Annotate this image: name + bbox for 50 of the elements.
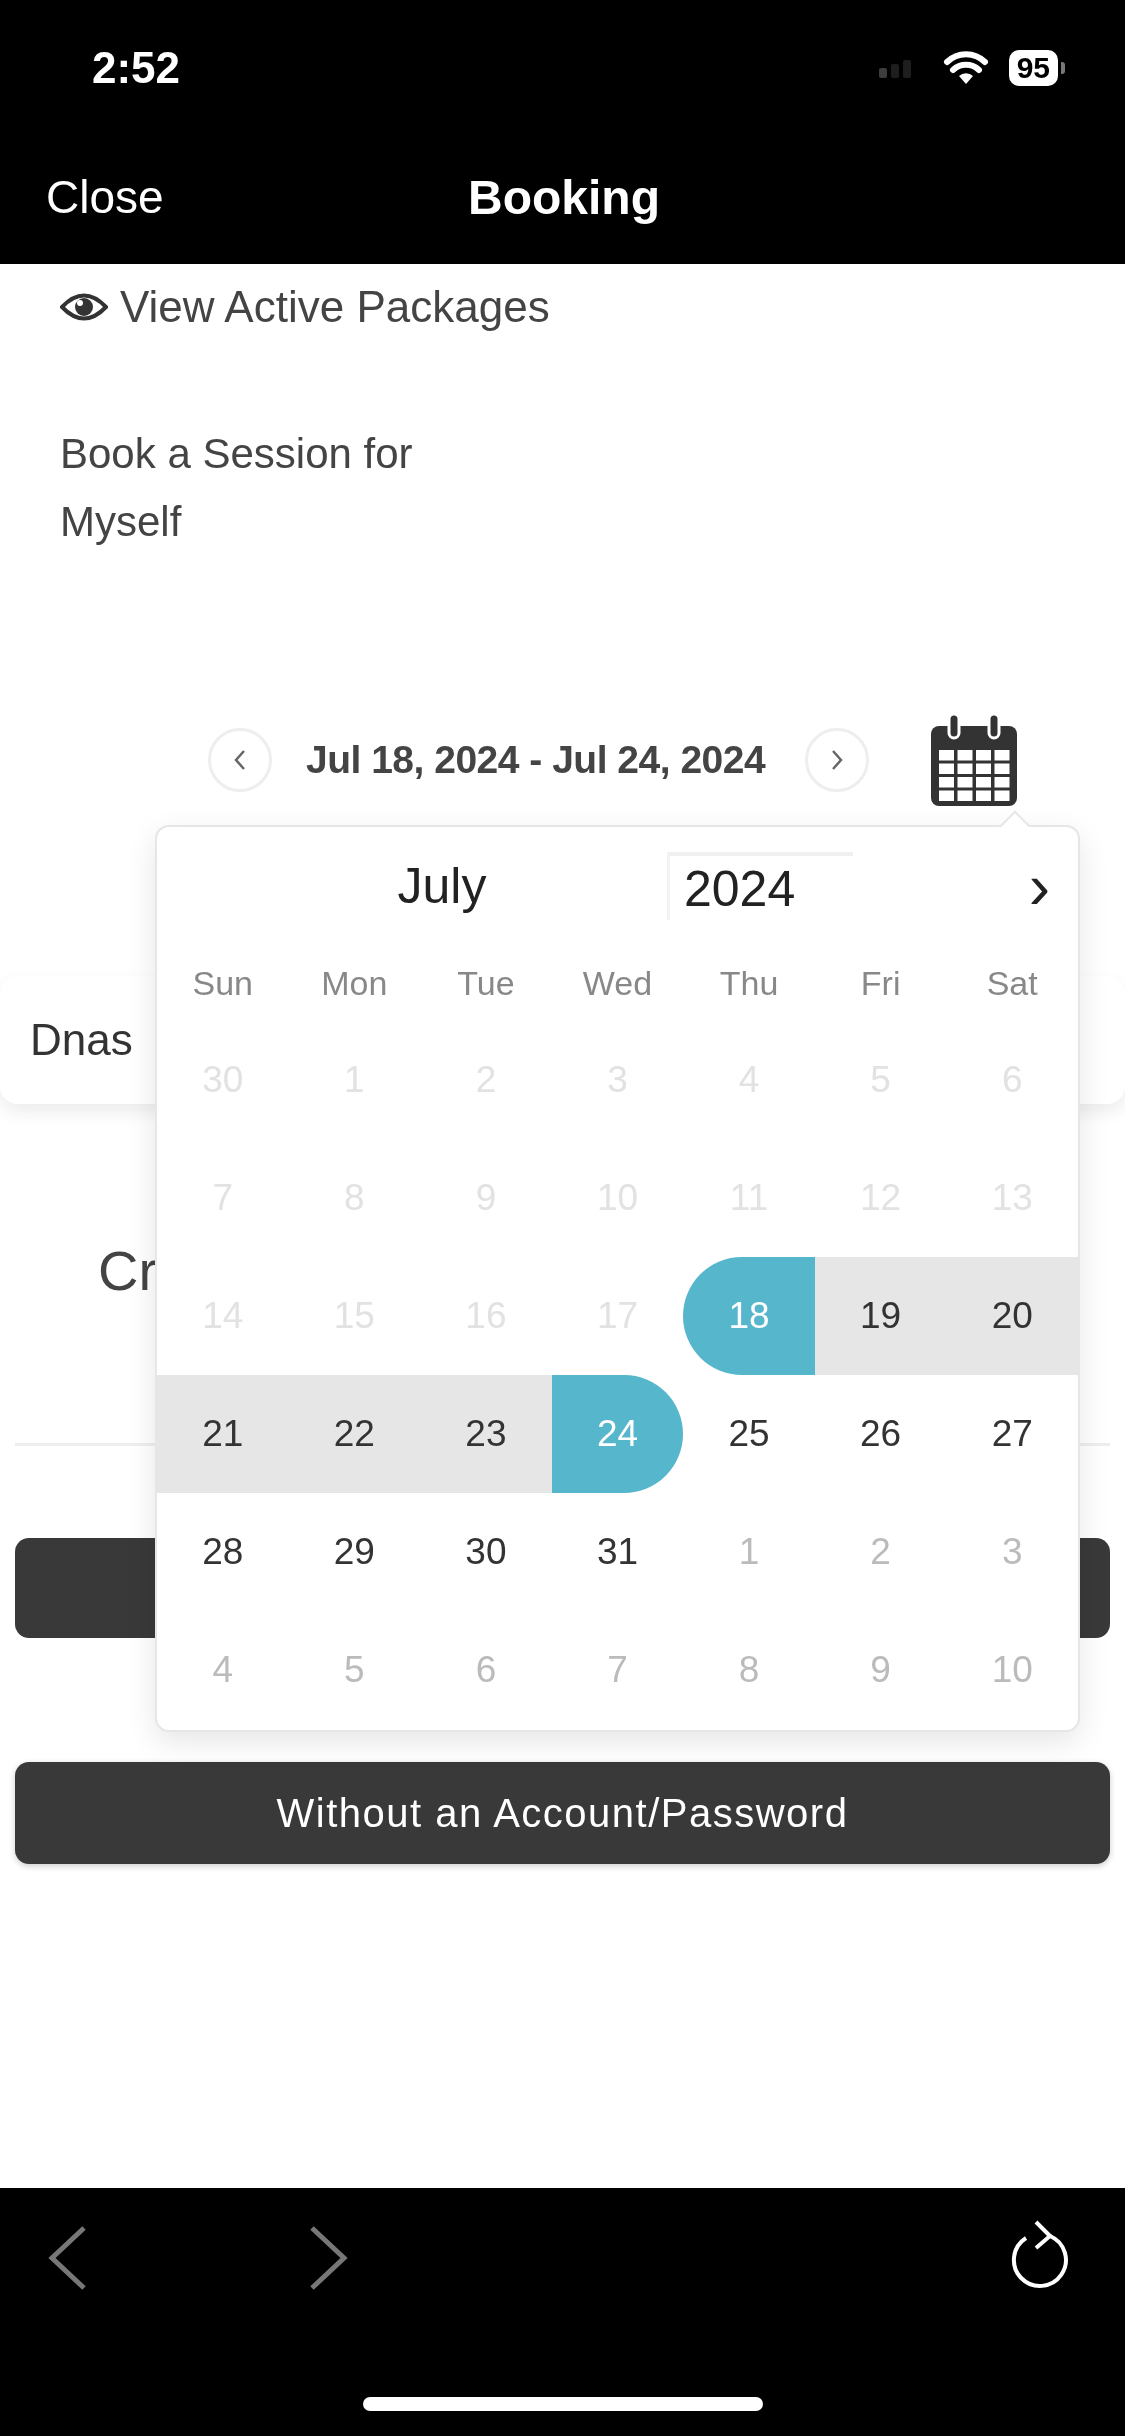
calendar-day[interactable]: 9 <box>814 1611 947 1729</box>
calendar-day[interactable]: 18 <box>683 1257 815 1375</box>
calendar-day[interactable]: 3 <box>946 1493 1078 1611</box>
calendar-day[interactable]: 22 <box>288 1375 421 1493</box>
calendar-day[interactable]: 6 <box>420 1611 552 1729</box>
eye-icon <box>60 292 108 322</box>
calendar-icon[interactable] <box>931 714 1018 806</box>
status-time: 2:52 <box>92 43 181 93</box>
calendar-day[interactable]: 25 <box>683 1375 815 1493</box>
wifi-icon <box>942 51 989 85</box>
view-packages-link[interactable]: View Active Packages <box>60 282 550 332</box>
calendar-day[interactable]: 5 <box>288 1611 421 1729</box>
calendar-day[interactable]: 10 <box>946 1611 1078 1729</box>
calendar-day[interactable]: 28 <box>157 1493 289 1611</box>
heading-text: Cr <box>98 1238 158 1303</box>
calendar-day[interactable]: 1 <box>683 1493 815 1611</box>
month-label[interactable]: July <box>257 857 627 915</box>
calendar-day[interactable]: 4 <box>157 1611 289 1729</box>
calendar-day[interactable]: 27 <box>946 1375 1078 1493</box>
weekday-label: Wed <box>581 963 654 1004</box>
year-field[interactable]: 2024 <box>667 852 853 920</box>
card-text: Dnas <box>30 1015 133 1065</box>
date-range-label: Jul 18, 2024 - Jul 24, 2024 <box>306 738 766 782</box>
close-button[interactable]: Close <box>46 170 164 224</box>
calendar-day[interactable]: 21 <box>157 1375 289 1493</box>
calendar-day[interactable]: 29 <box>288 1493 421 1611</box>
calendar-day[interactable]: 19 <box>814 1257 947 1375</box>
back-icon[interactable] <box>48 2226 88 2290</box>
weekday-label: Sun <box>191 963 255 1004</box>
calendar-day[interactable]: 20 <box>946 1257 1078 1375</box>
calendar-day[interactable]: 26 <box>814 1375 947 1493</box>
calendar-day[interactable]: 24 <box>551 1375 684 1493</box>
page-title: Booking <box>468 169 660 225</box>
chevron-left-icon <box>232 748 248 772</box>
weekday-label: Thu <box>718 963 780 1004</box>
calendar-day[interactable]: 8 <box>683 1611 815 1729</box>
calendar-day[interactable]: 2 <box>814 1493 947 1611</box>
weekday-label: Fri <box>859 963 902 1004</box>
forward-icon[interactable] <box>308 2226 348 2290</box>
weekday-label: Tue <box>456 963 516 1004</box>
weekday-label: Sat <box>985 963 1039 1004</box>
reload-icon[interactable] <box>1010 2218 1070 2288</box>
weekday-label: Mon <box>320 963 389 1004</box>
calendar-day[interactable]: 7 <box>551 1611 684 1729</box>
next-month-button[interactable]: › <box>1028 849 1050 923</box>
calendar-day[interactable]: 23 <box>420 1375 552 1493</box>
calendar-day[interactable]: 30 <box>420 1493 552 1611</box>
book-session-label: Book a Session for Myself <box>60 429 414 547</box>
account-button[interactable]: Without an Account/Password <box>15 1762 1110 1864</box>
calendar-day[interactable]: 31 <box>551 1493 684 1611</box>
